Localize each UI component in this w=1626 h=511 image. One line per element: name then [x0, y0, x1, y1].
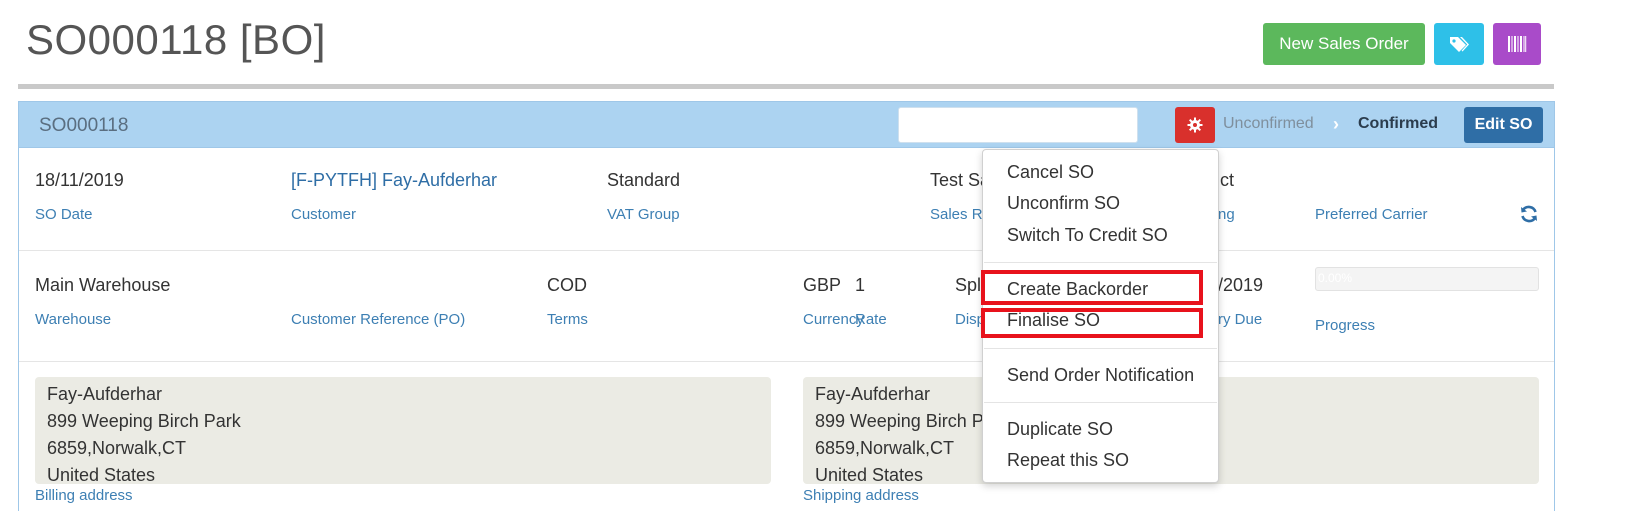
progress-value: 0.00%	[1318, 271, 1353, 285]
field-5-value: ct	[1220, 170, 1235, 190]
billing-address-label: Billing address	[35, 487, 133, 504]
billing-address-line: Fay-Aufderhar	[47, 384, 163, 404]
status-chevron-icon: ›	[1333, 114, 1339, 134]
billing-address-box: Fay-Aufderhar 899 Weeping Birch Park 685…	[35, 377, 771, 485]
header-search-input[interactable]	[898, 107, 1138, 143]
row-divider	[19, 250, 1554, 251]
rate-value: 1	[855, 275, 866, 295]
tags-icon	[1450, 37, 1469, 52]
gear-icon	[1187, 117, 1203, 133]
menu-item-duplicate-so[interactable]: Duplicate SO	[1007, 419, 1113, 440]
customer-link[interactable]: [F-PYTFH] Fay-Aufderhar	[291, 170, 497, 191]
warehouse-label: Warehouse	[35, 311, 112, 328]
preferred-carrier-label: Preferred Carrier	[1315, 206, 1428, 223]
barcode-icon	[1508, 36, 1527, 52]
vat-group-label: VAT Group	[607, 206, 680, 223]
menu-item-cancel-so[interactable]: Cancel SO	[1007, 162, 1094, 183]
progress-bar: 0.00%	[1315, 267, 1539, 291]
warehouse-value: Main Warehouse	[35, 275, 171, 295]
status-unconfirmed[interactable]: Unconfirmed	[1223, 115, 1314, 133]
menu-item-unconfirm-so[interactable]: Unconfirm SO	[1007, 193, 1120, 214]
shipping-address-label: Shipping address	[803, 487, 919, 504]
billing-address-line: 6859,Norwalk,CT	[47, 438, 187, 458]
terms-value: COD	[547, 275, 587, 295]
currency-value: GBP	[803, 275, 842, 295]
so-date-value: 18/11/2019	[35, 170, 124, 190]
billing-address-line: United States	[47, 465, 156, 485]
refresh-icon[interactable]	[1519, 204, 1539, 224]
rate-label: Rate	[855, 311, 887, 328]
menu-item-switch-to-credit-so[interactable]: Switch To Credit SO	[1007, 225, 1168, 246]
so-reference: SO000118	[39, 115, 129, 136]
menu-item-send-order-notification[interactable]: Send Order Notification	[1007, 365, 1194, 386]
menu-divider	[984, 402, 1217, 403]
delivery-due-label: ry Due	[1218, 311, 1263, 328]
panel-header: SO000118 Unconfirmed › Confirmed Edit SO	[19, 102, 1554, 148]
page-title: SO000118 [BO]	[26, 16, 326, 63]
dispatch-value: Spl	[955, 275, 982, 295]
tags-button[interactable]	[1434, 23, 1484, 65]
edit-so-button[interactable]: Edit SO	[1464, 107, 1543, 143]
terms-label: Terms	[547, 311, 588, 328]
menu-divider	[984, 348, 1217, 349]
title-divider	[18, 84, 1554, 89]
highlight-finalise-so	[981, 308, 1203, 338]
customer-reference-label: Customer Reference (PO)	[291, 311, 466, 328]
new-sales-order-button[interactable]: New Sales Order	[1263, 23, 1425, 65]
status-confirmed[interactable]: Confirmed	[1358, 115, 1438, 133]
progress-label: Progress	[1315, 317, 1376, 334]
barcode-button[interactable]	[1493, 23, 1541, 65]
highlight-create-backorder	[981, 270, 1203, 305]
vat-group-value: Standard	[607, 170, 681, 190]
menu-divider	[984, 262, 1217, 263]
customer-label: Customer	[291, 206, 357, 223]
so-date-label: SO Date	[35, 206, 93, 223]
menu-item-repeat-this-so[interactable]: Repeat this SO	[1007, 450, 1129, 471]
field-5-label: ng	[1218, 206, 1235, 223]
row-divider	[19, 361, 1554, 362]
actions-gear-button[interactable]	[1175, 107, 1215, 143]
billing-address-line: 899 Weeping Birch Park	[47, 411, 241, 431]
sales-order-panel: SO000118 Unconfirmed › Confirmed Edit SO…	[18, 101, 1555, 511]
delivery-due-value: /2019	[1218, 275, 1264, 295]
